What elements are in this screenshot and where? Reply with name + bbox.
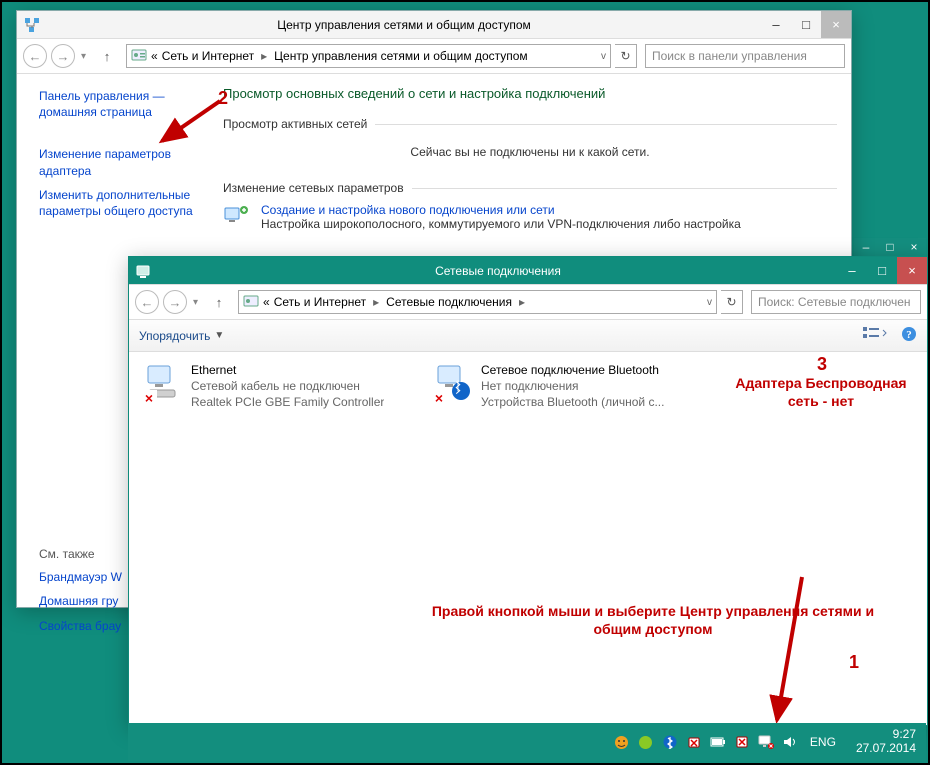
tray-network-icon[interactable] (758, 734, 774, 750)
chevron-right-icon: ▸ (373, 295, 379, 309)
tray-icon[interactable] (686, 734, 702, 750)
clock-date: 27.07.2014 (856, 742, 916, 756)
taskbar[interactable]: ENG 9:27 27.07.2014 (128, 723, 926, 761)
clock-time: 9:27 (856, 728, 916, 742)
annotation-number-1: 1 (849, 652, 859, 673)
chevron-right-icon: ▸ (261, 49, 267, 63)
no-network-message: Сейчас вы не подключены ни к какой сети. (223, 139, 837, 177)
search-input[interactable]: Поиск: Сетевые подключен (751, 290, 921, 314)
command-bar: Упорядочить ▼ ? (129, 320, 927, 352)
breadcrumb-item[interactable]: Центр управления сетями и общим доступом (274, 49, 528, 63)
window-icon (135, 262, 153, 280)
divider (375, 124, 837, 125)
svg-text:?: ? (906, 329, 912, 341)
window-title: Центр управления сетями и общим доступом (47, 18, 761, 32)
titlebar[interactable]: Сетевые подключения – □ × (129, 257, 927, 285)
adapter-name: Ethernet (191, 362, 384, 378)
link-control-panel-home[interactable]: Панель управления — домашняя страница (39, 88, 207, 120)
maximize-button[interactable]: □ (867, 257, 897, 284)
system-tray: ENG 9:27 27.07.2014 (614, 728, 916, 756)
control-panel-icon (131, 47, 147, 66)
up-button[interactable]: ↑ (98, 47, 116, 65)
up-button[interactable]: ↑ (210, 293, 228, 311)
breadcrumb-item[interactable]: Сеть и Интернет (274, 295, 366, 309)
section-change-settings: Изменение сетевых параметров (223, 181, 404, 195)
ethernet-icon: × (143, 362, 183, 402)
help-button[interactable]: ? (901, 326, 917, 345)
refresh-button[interactable]: ↻ (721, 290, 743, 314)
link-new-connection[interactable]: Создание и настройка нового подключения … (261, 203, 555, 217)
adapter-name: Сетевое подключение Bluetooth (481, 362, 664, 378)
search-input[interactable]: Поиск в панели управления (645, 44, 845, 68)
new-connection-icon (223, 203, 251, 227)
close-button[interactable]: × (821, 11, 851, 38)
bluetooth-icon: × (433, 362, 473, 402)
adapter-item-ethernet[interactable]: × Ethernet Сетевой кабель не подключен R… (143, 362, 413, 411)
address-dropdown[interactable]: v (703, 297, 712, 308)
minimize-button[interactable]: – (837, 257, 867, 284)
page-heading: Просмотр основных сведений о сети и наст… (223, 86, 837, 101)
forward-button[interactable]: → (51, 44, 75, 68)
section-active-networks: Просмотр активных сетей (223, 117, 367, 131)
link-sharing-settings[interactable]: Изменить дополнительные параметры общего… (39, 187, 207, 219)
tray-clock[interactable]: 9:27 27.07.2014 (856, 728, 916, 756)
link-adapter-settings[interactable]: Изменение параметров адаптера (39, 146, 207, 178)
control-panel-icon (243, 293, 259, 312)
minimize-button[interactable]: – (761, 11, 791, 38)
disconnected-overlay-icon: × (141, 390, 157, 406)
chevron-down-icon: ▼ (214, 330, 224, 341)
breadcrumb-item[interactable]: Сетевые подключения (386, 295, 512, 309)
tray-bluetooth-icon[interactable] (662, 734, 678, 750)
tray-volume-icon[interactable] (782, 734, 798, 750)
adapter-status: Нет подключения (481, 378, 664, 394)
adapter-item-bluetooth[interactable]: × Сетевое подключение Bluetooth Нет подк… (433, 362, 703, 411)
chevron-right-icon: ▸ (519, 295, 525, 309)
organize-menu[interactable]: Упорядочить (139, 329, 210, 343)
history-dropdown[interactable]: ▾ (81, 51, 86, 62)
close-button[interactable]: × (897, 257, 927, 284)
tray-icon[interactable] (614, 734, 630, 750)
back-button[interactable]: ← (23, 44, 47, 68)
window-title: Сетевые подключения (159, 264, 837, 278)
nav-toolbar: ← → ▾ ↑ « Сеть и Интернет ▸ Сетевые подк… (129, 285, 927, 320)
breadcrumb-pre: « (263, 295, 270, 309)
adapter-device: Realtek PCIe GBE Family Controller (191, 394, 384, 410)
tray-language[interactable]: ENG (810, 735, 836, 749)
divider (412, 188, 837, 189)
background-window-buttons: –□× (854, 238, 926, 256)
nav-toolbar: ← → ▾ ↑ « Сеть и Интернет ▸ Центр управл… (17, 39, 851, 74)
disconnected-overlay-icon: × (431, 390, 447, 406)
back-button[interactable]: ← (135, 290, 159, 314)
breadcrumb-pre: « (151, 49, 158, 63)
adapter-list: × Ethernet Сетевой кабель не подключен R… (129, 352, 927, 725)
forward-button[interactable]: → (163, 290, 187, 314)
tray-icon[interactable] (734, 734, 750, 750)
breadcrumb-item[interactable]: Сеть и Интернет (162, 49, 254, 63)
window-network-connections: Сетевые подключения – □ × ← → ▾ ↑ « Сеть… (128, 256, 928, 726)
view-options-button[interactable] (863, 326, 887, 345)
breadcrumb[interactable]: « Сеть и Интернет ▸ Сетевые подключения … (238, 290, 717, 314)
breadcrumb[interactable]: « Сеть и Интернет ▸ Центр управления сет… (126, 44, 611, 68)
history-dropdown[interactable]: ▾ (193, 297, 198, 308)
window-icon (23, 16, 41, 34)
tray-icon[interactable] (638, 734, 654, 750)
maximize-button[interactable]: □ (791, 11, 821, 38)
adapter-device: Устройства Bluetooth (личной с... (481, 394, 664, 410)
adapter-status: Сетевой кабель не подключен (191, 378, 384, 394)
annotation-text-instruction: Правой кнопкой мыши и выберите Центр упр… (409, 602, 897, 638)
titlebar[interactable]: Центр управления сетями и общим доступом… (17, 11, 851, 39)
address-dropdown[interactable]: v (597, 51, 606, 62)
refresh-button[interactable]: ↻ (615, 44, 637, 68)
tray-battery-icon[interactable] (710, 734, 726, 750)
new-connection-desc: Настройка широкополосного, коммутируемог… (261, 217, 741, 231)
